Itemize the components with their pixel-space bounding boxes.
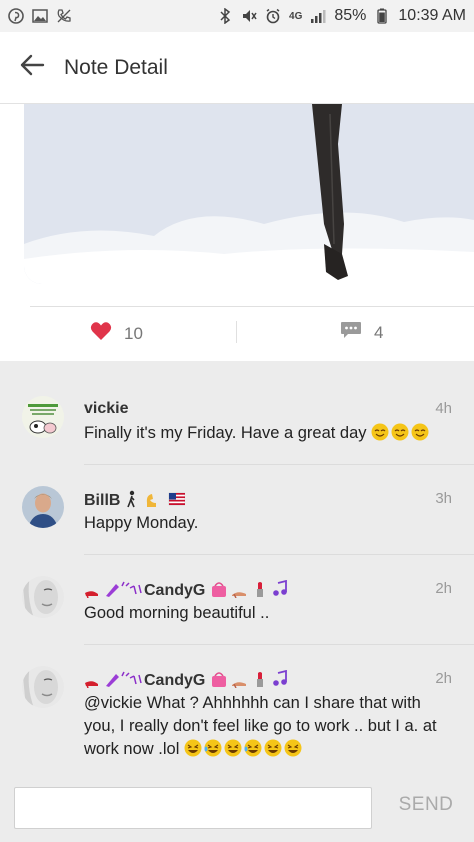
actions-bar: 10 4 — [0, 307, 474, 361]
comment-author[interactable]: vickie — [84, 400, 128, 418]
comment-icon — [340, 321, 362, 344]
comment-composer: SEND — [0, 774, 474, 842]
comment-text: Happy Monday. — [84, 514, 199, 532]
avatar[interactable] — [22, 576, 64, 618]
comment-divider — [84, 554, 474, 555]
phone-off-icon — [56, 8, 72, 24]
status-left — [8, 8, 72, 24]
mute-icon — [241, 8, 257, 24]
comment-divider — [84, 464, 474, 465]
comment-author[interactable]: CandyG — [84, 669, 294, 693]
comments-list: vickie 4h Finally it's my Friday. Have a… — [0, 372, 474, 772]
smile-emoji-icon — [371, 423, 431, 448]
status-right: 4G 85% 10:39 AM — [217, 7, 466, 25]
comment-input[interactable] — [14, 787, 372, 829]
handbag-emoji-icon — [210, 579, 294, 603]
alarm-icon — [265, 8, 281, 24]
bluetooth-icon — [217, 8, 233, 24]
comment-author[interactable]: BillB — [84, 490, 186, 513]
app-bar: Note Detail — [0, 32, 474, 104]
note-image[interactable] — [24, 104, 474, 284]
laughing-emoji-icon — [184, 739, 304, 764]
signal-icon — [310, 8, 326, 24]
battery-icon — [374, 8, 390, 24]
image-icon — [32, 8, 48, 24]
note-image-area — [0, 104, 474, 308]
back-button[interactable] — [0, 32, 64, 104]
comment-time: 4h — [435, 400, 452, 417]
pinterest-icon — [8, 8, 24, 24]
comment-button[interactable]: 4 — [340, 321, 383, 344]
comment-author[interactable]: CandyG — [84, 579, 294, 603]
comment-text: @vickie What ? Ahhhhhh can I share that … — [84, 692, 456, 764]
comment-count: 4 — [374, 322, 384, 342]
heels-emoji-icon — [84, 670, 144, 693]
heart-icon — [90, 321, 112, 346]
page-title: Note Detail — [64, 55, 168, 79]
handbag-emoji-icon — [210, 669, 294, 693]
avatar[interactable] — [22, 486, 64, 528]
like-count: 10 — [124, 323, 143, 343]
send-button[interactable]: SEND — [388, 794, 464, 822]
network-type: 4G — [289, 10, 303, 22]
heels-emoji-icon — [84, 580, 144, 603]
walking-emoji-icon — [125, 490, 186, 513]
battery-percent: 85% — [334, 7, 367, 24]
avatar[interactable] — [22, 666, 64, 708]
avatar[interactable] — [22, 396, 64, 438]
comment-text: Good morning beautiful .. — [84, 604, 270, 622]
like-button[interactable]: 10 — [90, 321, 143, 346]
actions-separator — [236, 321, 237, 343]
comment-time: 2h — [435, 580, 452, 597]
comment-time: 3h — [435, 490, 452, 507]
status-bar: 4G 85% 10:39 AM — [0, 0, 474, 32]
arrow-left-icon — [19, 54, 45, 81]
comment-time: 2h — [435, 670, 452, 687]
clock: 10:39 AM — [398, 7, 466, 24]
comment-text: Finally it's my Friday. Have a great day — [84, 422, 456, 448]
comment-divider — [84, 644, 474, 645]
